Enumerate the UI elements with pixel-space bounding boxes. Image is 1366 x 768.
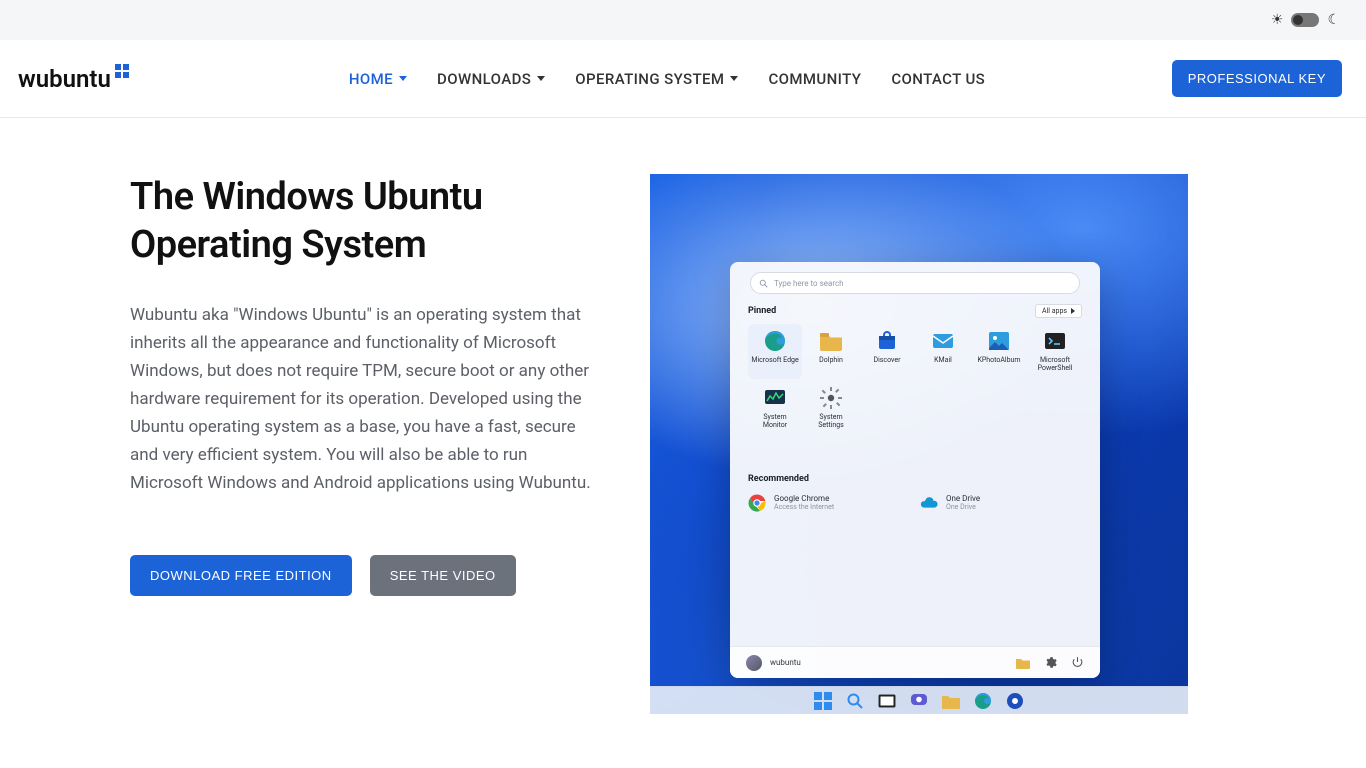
files-icon[interactable] xyxy=(1016,657,1030,669)
app-folder[interactable]: Dolphin xyxy=(804,324,858,379)
recommended-row: Google ChromeAccess the Internet One Driv… xyxy=(748,492,1082,514)
avatar xyxy=(746,655,762,671)
chevron-down-icon xyxy=(399,76,407,81)
bag-icon xyxy=(876,330,898,352)
power-icon[interactable] xyxy=(1071,656,1084,669)
app-label: Microsoft PowerShell xyxy=(1031,356,1079,373)
theme-toggle[interactable] xyxy=(1291,13,1319,27)
app-label: Dolphin xyxy=(807,356,855,364)
search-input[interactable]: Type here to search xyxy=(750,272,1080,294)
all-apps-button[interactable]: All apps xyxy=(1035,304,1082,318)
terminal-icon xyxy=(1044,330,1066,352)
pinned-label: Pinned xyxy=(748,306,776,316)
pinned-section: Pinned All apps Microsoft Edge Dolphin Dis… xyxy=(748,304,1082,436)
recommended-title: Google Chrome xyxy=(774,494,834,503)
recommended-sub: One Drive xyxy=(946,503,980,511)
edge-icon xyxy=(764,330,786,352)
brand-logo-icon xyxy=(115,64,129,78)
taskbar-taskview-icon[interactable] xyxy=(878,692,896,710)
app-monitor[interactable]: System Monitor xyxy=(748,381,802,436)
theme-bar: ☀ ☾ xyxy=(0,0,1366,40)
hero-section: The Windows Ubuntu Operating System Wubu… xyxy=(0,118,1366,744)
theme-toggle-knob xyxy=(1293,15,1303,25)
hero-buttons: DOWNLOAD FREE EDITION SEE THE VIDEO xyxy=(130,555,600,596)
recommended-onedrive[interactable]: One DriveOne Drive xyxy=(920,492,1082,514)
taskbar-chat-icon[interactable] xyxy=(910,692,928,710)
start-footer-icons xyxy=(1016,656,1084,669)
nav-link-home[interactable]: HOME xyxy=(349,70,407,88)
nav-link-community[interactable]: COMMUNITY xyxy=(768,70,861,88)
recommended-section: Recommended Google ChromeAccess the Inte… xyxy=(748,474,1082,514)
start-footer: wubuntu xyxy=(730,646,1100,678)
app-terminal[interactable]: Microsoft PowerShell xyxy=(1028,324,1082,379)
recommended-title: One Drive xyxy=(946,494,980,503)
taskbar-search-icon[interactable] xyxy=(846,692,864,710)
professional-key-button[interactable]: PROFESSIONAL KEY xyxy=(1172,60,1342,97)
nav-links: HOME DOWNLOADS OPERATING SYSTEM COMMUNIT… xyxy=(349,70,985,88)
apps-grid: Microsoft Edge Dolphin Discover KMail KPhoto… xyxy=(748,324,1082,436)
taskbar-files-icon[interactable] xyxy=(942,692,960,710)
start-menu: Type here to search Pinned All apps Micr… xyxy=(730,262,1100,678)
app-gear[interactable]: System Settings xyxy=(804,381,858,436)
hero-description: Wubuntu aka "Windows Ubuntu" is an opera… xyxy=(130,301,600,497)
recommended-header: Recommended xyxy=(748,474,1082,484)
app-label: KMail xyxy=(919,356,967,364)
recommended-sub: Access the Internet xyxy=(774,503,834,511)
taskbar-logo-icon[interactable] xyxy=(1006,692,1024,710)
main-nav: wubuntu HOME DOWNLOADS OPERATING SYSTEM … xyxy=(0,40,1366,118)
app-bag[interactable]: Discover xyxy=(860,324,914,379)
app-label: Discover xyxy=(863,356,911,364)
search-placeholder: Type here to search xyxy=(774,279,844,288)
chevron-down-icon xyxy=(730,76,738,81)
mail-icon xyxy=(932,330,954,352)
pinned-header: Pinned All apps xyxy=(748,304,1082,318)
download-button[interactable]: DOWNLOAD FREE EDITION xyxy=(130,555,352,596)
app-photo[interactable]: KPhotoAlbum xyxy=(972,324,1026,379)
search-icon xyxy=(759,279,768,288)
nav-link-downloads[interactable]: DOWNLOADS xyxy=(437,70,545,88)
hero-left: The Windows Ubuntu Operating System Wubu… xyxy=(130,174,600,714)
nav-link-os[interactable]: OPERATING SYSTEM xyxy=(575,70,738,88)
onedrive-icon xyxy=(920,494,938,512)
monitor-icon xyxy=(764,387,786,409)
user-area[interactable]: wubuntu xyxy=(746,655,801,671)
folder-icon xyxy=(820,330,842,352)
os-preview: Type here to search Pinned All apps Micr… xyxy=(650,174,1188,714)
app-label: KPhotoAlbum xyxy=(975,356,1023,364)
nav-link-contact[interactable]: CONTACT US xyxy=(891,70,985,88)
chevron-down-icon xyxy=(537,76,545,81)
brand-name: wubuntu xyxy=(18,65,111,93)
chrome-icon xyxy=(748,494,766,512)
see-video-button[interactable]: SEE THE VIDEO xyxy=(370,555,516,596)
taskbar-edge-icon[interactable] xyxy=(974,692,992,710)
taskbar xyxy=(650,686,1188,714)
app-mail[interactable]: KMail xyxy=(916,324,970,379)
gear-icon xyxy=(820,387,842,409)
app-edge[interactable]: Microsoft Edge xyxy=(748,324,802,379)
moon-icon: ☾ xyxy=(1327,12,1340,28)
recommended-label: Recommended xyxy=(748,474,809,484)
user-name: wubuntu xyxy=(770,658,801,667)
brand[interactable]: wubuntu xyxy=(18,65,129,93)
hero-title: The Windows Ubuntu Operating System xyxy=(130,174,600,269)
settings-icon[interactable] xyxy=(1044,656,1057,669)
taskbar-start-icon[interactable] xyxy=(814,692,832,710)
chevron-right-icon xyxy=(1071,308,1075,314)
sun-icon: ☀ xyxy=(1271,12,1284,28)
recommended-chrome[interactable]: Google ChromeAccess the Internet xyxy=(748,492,910,514)
app-label: Microsoft Edge xyxy=(751,356,799,364)
app-label: System Monitor xyxy=(751,413,799,430)
photo-icon xyxy=(988,330,1010,352)
app-label: System Settings xyxy=(807,413,855,430)
